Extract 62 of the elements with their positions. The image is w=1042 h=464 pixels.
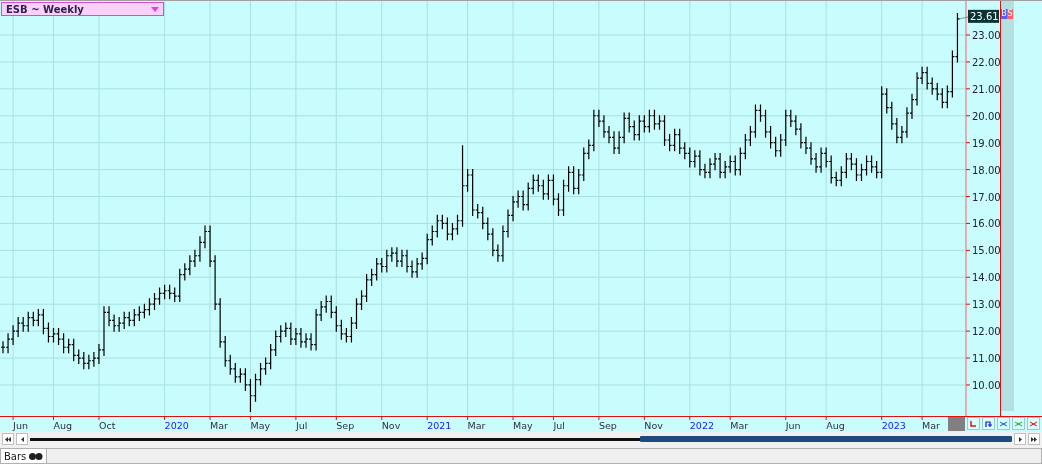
date-axis-label: Sep — [598, 420, 617, 431]
double-right-arrow-icon — [1031, 436, 1037, 442]
price-axis-label: 16.00 — [972, 218, 1001, 230]
date-axis-label: 2022 — [689, 420, 714, 431]
date-axis-label: May — [513, 420, 533, 431]
scroll-left-button[interactable] — [16, 433, 28, 445]
step-arrow-icon — [985, 420, 992, 427]
date-axis-label: Mar — [730, 420, 749, 431]
last-price-label: 23.61 — [968, 9, 999, 23]
scroll-first-button[interactable] — [2, 433, 14, 445]
caret-icon — [151, 6, 159, 12]
date-axis-label: Oct — [98, 420, 116, 431]
price-axis-label: 19.00 — [972, 137, 1001, 149]
price-axis-label: 18.00 — [972, 164, 1001, 176]
trade-tag: S — [1007, 9, 1014, 19]
date-axis-label: Aug — [53, 420, 73, 431]
two-dots-icon — [29, 452, 44, 460]
tool-button[interactable] — [997, 417, 1010, 430]
date-axis-label: Jun — [785, 420, 801, 431]
tool-button[interactable] — [982, 417, 995, 430]
step-line-icon — [970, 420, 977, 427]
date-axis-label: Mar — [467, 420, 486, 431]
date-axis-label: Mar — [210, 420, 228, 431]
symbol-dropdown[interactable]: ESB ~ Weekly — [1, 2, 164, 16]
date-axis-label: Aug — [826, 420, 845, 431]
price-axis-label: 15.00 — [972, 245, 1001, 257]
leader-line — [958, 16, 970, 20]
price-axis-label: 22.00 — [972, 56, 1001, 68]
scroll-last-button[interactable] — [1028, 433, 1040, 445]
cross-lines-icon — [1030, 420, 1037, 427]
right-arrow-icon — [1018, 436, 1022, 442]
date-axis-label: Nov — [644, 420, 663, 431]
cross-lines-icon — [1015, 420, 1022, 427]
date-axis-label: Sep — [336, 420, 355, 431]
price-axis-label: 11.00 — [972, 353, 1001, 365]
date-axis-label: 2020 — [164, 420, 189, 431]
price-axis-label: 12.00 — [972, 326, 1001, 338]
price-axis-label: 10.00 — [972, 379, 1001, 391]
chart-tab[interactable]: Bars — [1, 449, 48, 463]
date-axis-label: Nov — [381, 420, 401, 431]
tool-button[interactable] — [967, 417, 980, 430]
date-axis-label: Mar — [922, 420, 941, 431]
price-axis-label: 13.00 — [972, 299, 1001, 311]
left-arrow-icon — [20, 436, 24, 442]
scroll-right-button[interactable] — [1014, 433, 1026, 445]
price-axis-label: 21.00 — [972, 83, 1001, 95]
cross-lines-icon — [1000, 420, 1007, 427]
double-left-arrow-icon — [5, 436, 11, 442]
price-axis-label: 20.00 — [972, 110, 1001, 122]
date-axis-label: 2023 — [881, 420, 906, 431]
tool-button[interactable] — [1027, 417, 1040, 430]
date-axis-label: Jun — [13, 420, 28, 431]
price-axis-label: 23.00 — [972, 30, 1001, 41]
date-axis-label: 2021 — [427, 420, 452, 431]
scrollbar-thumb[interactable] — [640, 436, 1012, 442]
price-axis-label: 14.00 — [972, 272, 1001, 284]
date-axis-label: Jul — [295, 420, 308, 431]
date-axis-label: Jul — [553, 420, 565, 431]
scrollbar-track[interactable] — [30, 433, 1012, 445]
price-axis-label: 17.00 — [972, 191, 1001, 203]
date-axis-label: May — [250, 420, 271, 431]
trade-tag: B — [1001, 9, 1008, 19]
